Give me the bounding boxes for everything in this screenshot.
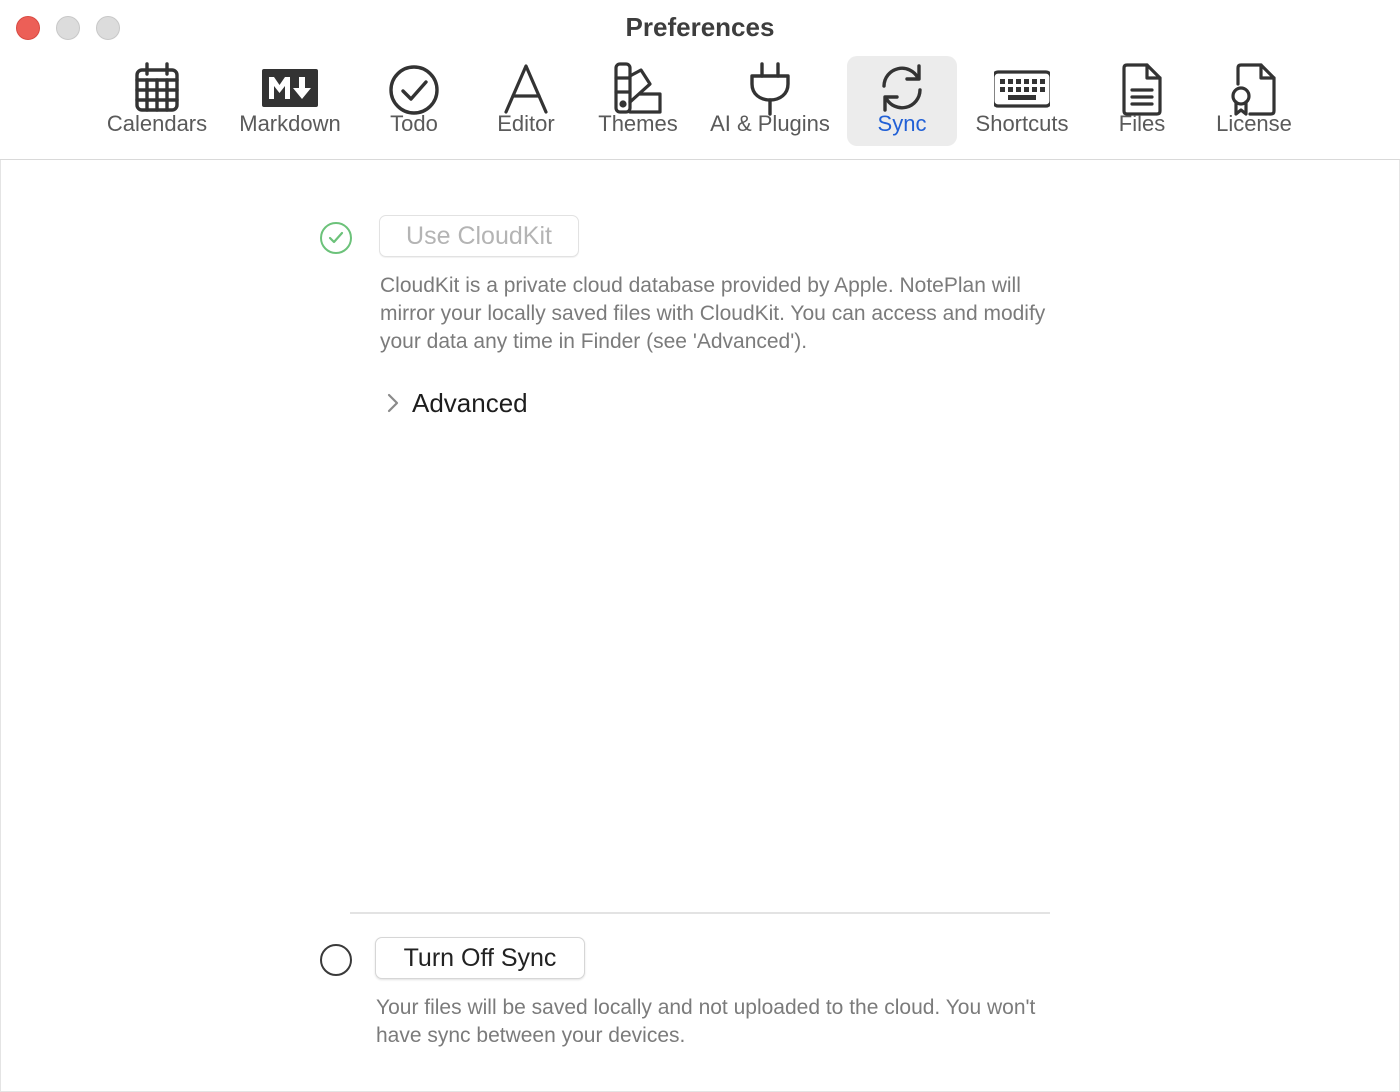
font-a-icon bbox=[498, 60, 554, 116]
cloudkit-description: CloudKit is a private cloud database pro… bbox=[380, 274, 1046, 353]
tab-files[interactable]: Files bbox=[1098, 56, 1186, 146]
tab-ai-plugins[interactable]: AI & Plugins bbox=[704, 56, 836, 146]
checkmark-icon bbox=[328, 231, 344, 244]
section-divider bbox=[350, 912, 1050, 914]
use-cloudkit-button[interactable]: Use CloudKit bbox=[379, 215, 579, 257]
document-icon bbox=[1114, 60, 1170, 116]
tab-markdown[interactable]: Markdown bbox=[232, 56, 348, 146]
cloudkit-radio[interactable] bbox=[320, 222, 352, 254]
tab-editor[interactable]: Editor bbox=[482, 56, 570, 146]
tab-label: Shortcuts bbox=[975, 111, 1069, 136]
palette-swatch-icon bbox=[610, 60, 666, 116]
tab-todo[interactable]: Todo bbox=[370, 56, 458, 146]
tab-calendars[interactable]: Calendars bbox=[100, 56, 214, 146]
tab-label: Calendars bbox=[106, 111, 208, 136]
tab-shortcuts[interactable]: Shortcuts bbox=[966, 56, 1078, 146]
tab-label: Editor bbox=[497, 111, 555, 136]
preferences-window: Preferences Calendars Markdown Todo Edit… bbox=[0, 0, 1400, 1092]
tab-themes[interactable]: Themes bbox=[592, 56, 684, 146]
tab-label: Todo bbox=[390, 111, 438, 136]
todo-check-icon bbox=[386, 60, 442, 116]
markdown-icon bbox=[262, 60, 318, 116]
title-bar: Preferences Calendars Markdown Todo Edit… bbox=[0, 0, 1400, 160]
turn-off-sync-description: Your files will be saved locally and not… bbox=[376, 996, 1036, 1047]
plug-icon bbox=[742, 60, 798, 116]
sync-arrows-icon bbox=[874, 60, 930, 116]
keyboard-icon bbox=[994, 60, 1050, 116]
tab-license[interactable]: License bbox=[1206, 56, 1302, 146]
tab-label: License bbox=[1216, 111, 1292, 136]
tab-sync[interactable]: Sync bbox=[847, 56, 957, 146]
tab-label: Markdown bbox=[239, 111, 341, 136]
tab-label: Files bbox=[1118, 111, 1166, 136]
tab-label: AI & Plugins bbox=[710, 111, 830, 136]
license-certificate-icon bbox=[1226, 60, 1282, 116]
turn-off-sync-button[interactable]: Turn Off Sync bbox=[375, 937, 585, 979]
tab-label: Themes bbox=[598, 111, 678, 136]
turn-off-sync-radio[interactable] bbox=[320, 944, 352, 976]
calendar-icon bbox=[129, 60, 185, 116]
tab-label: Sync bbox=[877, 111, 927, 136]
chevron-right-icon bbox=[384, 392, 402, 414]
advanced-label: Advanced bbox=[412, 388, 528, 418]
window-title: Preferences bbox=[625, 12, 775, 42]
